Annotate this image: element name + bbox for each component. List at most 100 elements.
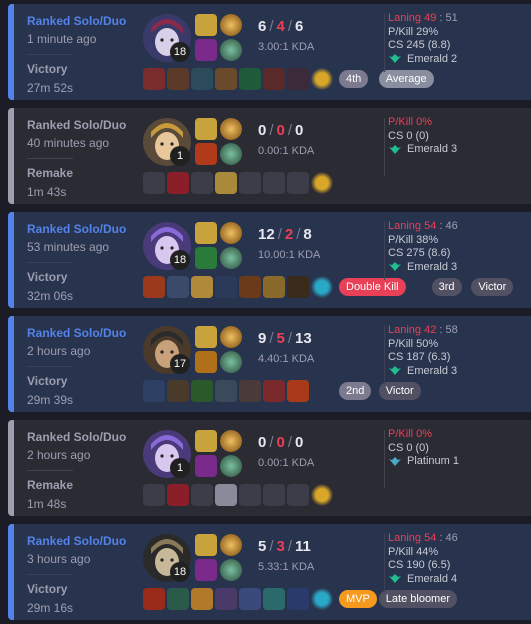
- item-slot[interactable]: [143, 276, 165, 298]
- summoner-spell-icon[interactable]: [195, 247, 217, 269]
- summoner-spell-icon[interactable]: [195, 351, 217, 373]
- item-slot[interactable]: [263, 276, 285, 298]
- item-slot[interactable]: [287, 68, 309, 90]
- keystone-rune-icon[interactable]: [220, 430, 242, 452]
- ward-trinket-icon[interactable]: [311, 276, 333, 298]
- item-slot[interactable]: [287, 380, 309, 402]
- ward-trinket-icon[interactable]: [311, 484, 333, 506]
- deaths: 0: [276, 434, 285, 451]
- secondary-rune-icon[interactable]: [220, 351, 242, 373]
- match-card[interactable]: Ranked Solo/Duo 2 hours ago Victory 29m 39s…: [8, 316, 531, 412]
- item-slot[interactable]: [215, 276, 237, 298]
- item-slot[interactable]: [143, 380, 165, 402]
- item-slot[interactable]: [143, 68, 165, 90]
- item-slot[interactable]: [191, 380, 213, 402]
- secondary-rune-icon[interactable]: [220, 455, 242, 477]
- item-slot[interactable]: [239, 380, 261, 402]
- item-slot[interactable]: [263, 68, 285, 90]
- item-slot[interactable]: [191, 276, 213, 298]
- item-slot[interactable]: [143, 484, 165, 506]
- summoner-spell-icon[interactable]: [195, 559, 217, 581]
- item-slot[interactable]: [239, 172, 261, 194]
- time-ago: 2 hours ago: [27, 448, 91, 462]
- kda-score: 9/5/13: [258, 330, 312, 347]
- keystone-rune-icon[interactable]: [220, 14, 242, 36]
- summoner-spell-icon[interactable]: [195, 143, 217, 165]
- item-slot[interactable]: [239, 68, 261, 90]
- item-slot[interactable]: [191, 172, 213, 194]
- ward-trinket-icon[interactable]: [311, 68, 333, 90]
- item-slot[interactable]: [167, 380, 189, 402]
- time-ago: 1 minute ago: [27, 32, 97, 46]
- match-card[interactable]: Ranked Solo/Duo 40 minutes ago Remake 1m 43…: [8, 108, 531, 204]
- ward-trinket-icon[interactable]: [311, 172, 333, 194]
- item-slot[interactable]: [167, 276, 189, 298]
- item-slot[interactable]: [215, 484, 237, 506]
- ward-trinket-icon[interactable]: [311, 588, 333, 610]
- item-slot[interactable]: [143, 172, 165, 194]
- item-slot[interactable]: [263, 380, 285, 402]
- item-slot[interactable]: [239, 276, 261, 298]
- item-slot[interactable]: [263, 588, 285, 610]
- item-slot[interactable]: [215, 172, 237, 194]
- item-slot[interactable]: [167, 588, 189, 610]
- achievement-badge: 4th: [339, 70, 369, 88]
- item-slot[interactable]: [143, 588, 165, 610]
- item-slot[interactable]: [239, 484, 261, 506]
- keystone-rune-icon[interactable]: [220, 222, 242, 244]
- stats-divider: [384, 118, 385, 176]
- item-slot[interactable]: [287, 276, 309, 298]
- divider: [27, 262, 73, 263]
- item-slot[interactable]: [215, 380, 237, 402]
- flash-spell-icon[interactable]: [195, 430, 217, 452]
- item-slot[interactable]: [215, 588, 237, 610]
- flash-spell-icon[interactable]: [195, 534, 217, 556]
- emerald-wings-icon: [389, 262, 401, 272]
- keystone-rune-icon[interactable]: [220, 118, 242, 140]
- average-rank: Emerald 2: [388, 53, 528, 67]
- item-slot[interactable]: [263, 172, 285, 194]
- item-slot[interactable]: [191, 484, 213, 506]
- keystone-rune-icon[interactable]: [220, 534, 242, 556]
- kda-score: 6/4/6: [258, 18, 304, 35]
- match-result: Victory: [27, 62, 68, 76]
- queue-type: Ranked Solo/Duo: [27, 222, 127, 236]
- item-slot[interactable]: [191, 588, 213, 610]
- item-slot[interactable]: [215, 68, 237, 90]
- secondary-rune-icon[interactable]: [220, 39, 242, 61]
- match-card[interactable]: Ranked Solo/Duo 1 minute ago Victory 27m 52…: [8, 4, 531, 100]
- match-result: Remake: [27, 166, 74, 180]
- item-slot[interactable]: [287, 588, 309, 610]
- summoner-spell-icon[interactable]: [195, 39, 217, 61]
- flash-spell-icon[interactable]: [195, 222, 217, 244]
- emerald-wings-icon: [389, 366, 401, 376]
- item-slot[interactable]: [263, 484, 285, 506]
- item-slot[interactable]: [167, 172, 189, 194]
- achievement-badge: MVP: [339, 590, 377, 608]
- keystone-rune-icon[interactable]: [220, 326, 242, 348]
- match-card[interactable]: Ranked Solo/Duo 53 minutes ago Victory 32m …: [8, 212, 531, 308]
- item-slot[interactable]: [191, 68, 213, 90]
- match-card[interactable]: Ranked Solo/Duo 2 hours ago Remake 1m 48s 1 0…: [8, 420, 531, 516]
- item-slot[interactable]: [239, 588, 261, 610]
- secondary-rune-icon[interactable]: [220, 143, 242, 165]
- kda-ratio: 3.00:1 KDA: [258, 41, 315, 53]
- item-slot[interactable]: [287, 484, 309, 506]
- assists: 8: [303, 226, 312, 243]
- creep-score: CS 0 (0): [388, 441, 429, 454]
- flash-spell-icon[interactable]: [195, 14, 217, 36]
- emerald-wings-icon: [389, 144, 401, 154]
- flash-spell-icon[interactable]: [195, 118, 217, 140]
- item-slot[interactable]: [287, 172, 309, 194]
- flash-spell-icon[interactable]: [195, 326, 217, 348]
- secondary-rune-icon[interactable]: [220, 559, 242, 581]
- kda-score: 0/0/0: [258, 434, 304, 451]
- item-slot[interactable]: [167, 484, 189, 506]
- summoner-spell-icon[interactable]: [195, 455, 217, 477]
- secondary-rune-icon[interactable]: [220, 247, 242, 269]
- time-ago: 40 minutes ago: [27, 136, 110, 150]
- laning-score: Laning 54 : 46: [388, 220, 458, 232]
- item-slot[interactable]: [167, 68, 189, 90]
- kda-ratio: 0.00:1 KDA: [258, 457, 315, 469]
- match-card[interactable]: Ranked Solo/Duo 3 hours ago Victory 29m 16s…: [8, 524, 531, 620]
